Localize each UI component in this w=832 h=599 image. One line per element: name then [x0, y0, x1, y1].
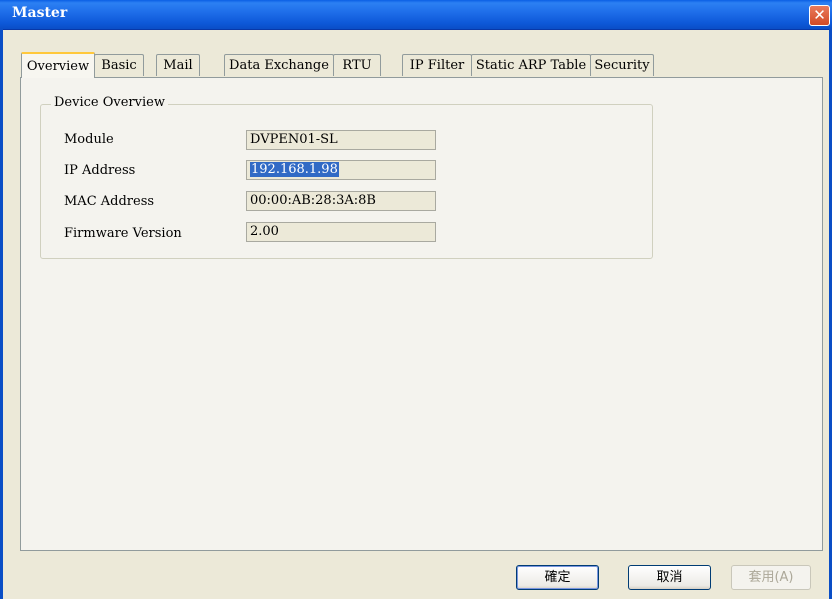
- window-title: Master: [12, 5, 68, 21]
- tab-label: RTU: [342, 58, 372, 73]
- tab-data-exchange[interactable]: Data Exchange: [224, 54, 334, 76]
- ip-address-value: 192.168.1.98: [250, 162, 339, 177]
- firmware-version-value: 2.00: [250, 224, 279, 239]
- mac-address-field[interactable]: 00:00:AB:28:3A:8B: [246, 191, 436, 211]
- tab-label: Basic: [101, 58, 137, 73]
- tab-ip-filter[interactable]: IP Filter: [402, 54, 472, 76]
- module-value: DVPEN01-SL: [250, 132, 338, 147]
- tab-security[interactable]: Security: [590, 54, 654, 76]
- firmware-version-label: Firmware Version: [64, 226, 182, 241]
- tab-rtu[interactable]: RTU: [333, 54, 381, 76]
- group-title: Device Overview: [51, 95, 168, 110]
- tab-basic[interactable]: Basic: [94, 54, 144, 76]
- mac-address-label: MAC Address: [64, 194, 155, 209]
- tab-label: IP Filter: [409, 58, 465, 73]
- tab-label: Overview: [26, 59, 90, 74]
- ip-address-label: IP Address: [64, 163, 136, 178]
- tab-overview[interactable]: Overview: [21, 52, 95, 78]
- tab-label: Static ARP Table: [475, 58, 587, 73]
- title-bar: Master ✕: [0, 0, 832, 30]
- close-icon: ✕: [813, 6, 826, 24]
- tab-mail[interactable]: Mail: [156, 54, 200, 76]
- ok-button[interactable]: 確定: [516, 565, 599, 590]
- module-field[interactable]: DVPEN01-SL: [246, 130, 436, 150]
- apply-button[interactable]: 套用(A): [731, 565, 811, 590]
- tab-static-arp-table[interactable]: Static ARP Table: [471, 54, 591, 76]
- cancel-button[interactable]: 取消: [628, 565, 711, 590]
- module-label: Module: [64, 132, 114, 147]
- firmware-version-field[interactable]: 2.00: [246, 222, 436, 242]
- ip-address-field[interactable]: 192.168.1.98: [246, 160, 436, 180]
- window-frame-left: [0, 29, 3, 599]
- tab-label: Mail: [163, 58, 193, 73]
- mac-address-value: 00:00:AB:28:3A:8B: [250, 193, 376, 208]
- tab-label: Security: [594, 58, 650, 73]
- tab-label: Data Exchange: [229, 58, 329, 73]
- close-button[interactable]: ✕: [809, 5, 830, 26]
